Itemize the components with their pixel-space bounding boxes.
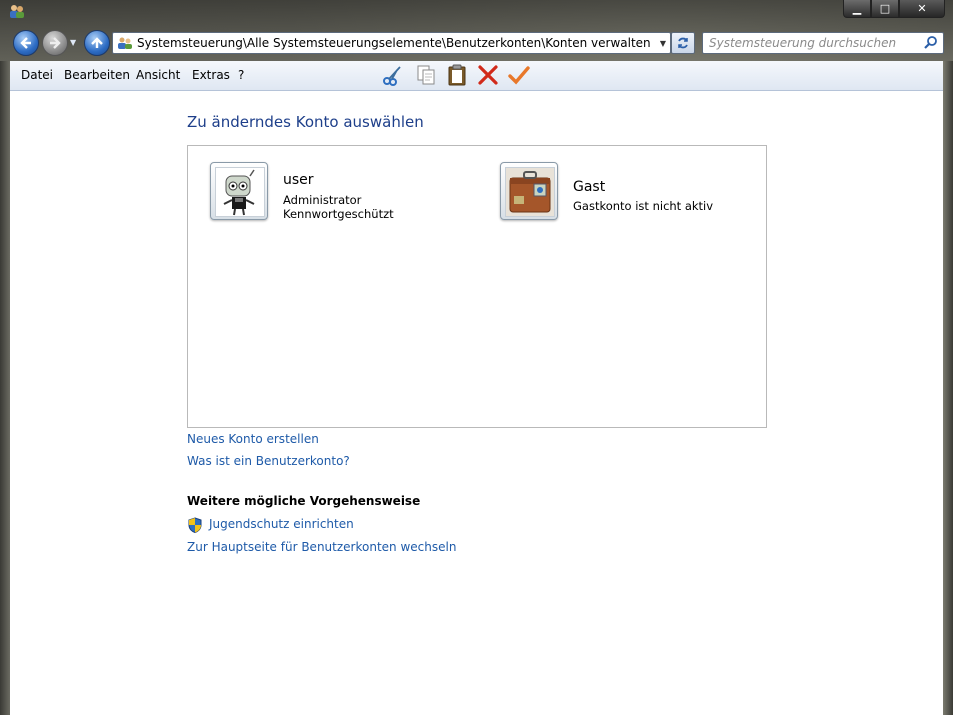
menu-file[interactable]: Datei bbox=[21, 68, 53, 82]
window-border-right bbox=[943, 61, 953, 715]
up-button[interactable] bbox=[84, 30, 110, 56]
search-icon[interactable] bbox=[923, 35, 939, 51]
delete-icon bbox=[478, 65, 498, 85]
account-name[interactable]: user bbox=[283, 172, 314, 188]
back-button[interactable] bbox=[13, 30, 39, 56]
menu-edit[interactable]: Bearbeiten bbox=[64, 68, 130, 82]
search-input[interactable]: Systemsteuerung durchsuchen bbox=[703, 36, 923, 50]
account-status: Kennwortgeschützt bbox=[283, 207, 394, 221]
what-is-account-link[interactable]: Was ist ein Benutzerkonto? bbox=[187, 454, 350, 468]
account-guest[interactable]: Gast Gastkonto ist nicht aktiv bbox=[500, 162, 730, 228]
maximize-button[interactable]: □ bbox=[871, 0, 899, 18]
copy-button[interactable] bbox=[413, 62, 439, 88]
forward-button[interactable] bbox=[42, 30, 68, 56]
content-area: Zu änderndes Konto auswählen user Admini… bbox=[10, 91, 943, 715]
title-bar: ▁ □ ✕ bbox=[0, 0, 953, 26]
create-account-link[interactable]: Neues Konto erstellen bbox=[187, 432, 319, 446]
user-accounts-home-link[interactable]: Zur Hauptseite für Benutzerkonten wechse… bbox=[187, 540, 456, 554]
minimize-button[interactable]: ▁ bbox=[843, 0, 871, 18]
section-title: Weitere mögliche Vorgehensweise bbox=[187, 494, 421, 508]
cut-button[interactable] bbox=[380, 62, 406, 88]
account-user[interactable]: user Administrator Kennwortgeschützt bbox=[210, 162, 430, 228]
close-button[interactable]: ✕ bbox=[899, 0, 945, 18]
page-title: Zu änderndes Konto auswählen bbox=[187, 113, 424, 131]
accounts-list: user Administrator Kennwortgeschützt Gas… bbox=[187, 145, 767, 428]
checkmark-icon bbox=[508, 66, 530, 85]
window-border-left bbox=[0, 61, 10, 715]
delete-button[interactable] bbox=[475, 62, 501, 88]
properties-button[interactable] bbox=[506, 62, 532, 88]
robot-avatar-icon bbox=[216, 168, 264, 216]
suitcase-avatar-icon bbox=[506, 168, 554, 216]
account-status: Gastkonto ist nicht aktiv bbox=[573, 199, 714, 213]
account-picture-frame[interactable] bbox=[500, 162, 558, 220]
menu-help[interactable]: ? bbox=[238, 68, 244, 82]
arrow-up-icon bbox=[91, 37, 103, 48]
account-picture-frame[interactable] bbox=[210, 162, 268, 220]
history-dropdown-icon[interactable]: ▼ bbox=[70, 38, 76, 47]
paste-button[interactable] bbox=[444, 62, 470, 88]
navigation-bar: ▼ Systemsteuerung\Alle Systemsteuerungse… bbox=[0, 28, 953, 58]
refresh-icon bbox=[678, 37, 688, 49]
parental-controls-link[interactable]: Jugendschutz einrichten bbox=[209, 517, 354, 531]
arrow-right-icon bbox=[50, 37, 61, 49]
copy-icon bbox=[417, 65, 435, 85]
account-name[interactable]: Gast bbox=[573, 179, 605, 195]
paste-icon bbox=[448, 64, 466, 86]
menu-view[interactable]: Ansicht bbox=[136, 68, 180, 82]
menu-bar: Datei Bearbeiten Ansicht Extras ? bbox=[10, 61, 943, 91]
menu-tools[interactable]: Extras bbox=[192, 68, 230, 82]
search-box[interactable]: Systemsteuerung durchsuchen bbox=[702, 32, 944, 54]
address-path[interactable]: Systemsteuerung\Alle Systemsteuerungsele… bbox=[137, 36, 656, 50]
window-controls: ▁ □ ✕ bbox=[843, 0, 945, 18]
control-panel-icon bbox=[118, 37, 132, 49]
uac-shield-icon bbox=[188, 517, 202, 533]
address-bar[interactable]: Systemsteuerung\Alle Systemsteuerungsele… bbox=[112, 32, 671, 54]
scissors-icon bbox=[383, 66, 401, 86]
refresh-button[interactable] bbox=[671, 32, 695, 54]
arrow-left-icon bbox=[20, 37, 31, 49]
address-dropdown-icon[interactable]: ▼ bbox=[656, 39, 670, 48]
account-type: Administrator bbox=[283, 193, 362, 207]
users-icon bbox=[10, 5, 24, 18]
